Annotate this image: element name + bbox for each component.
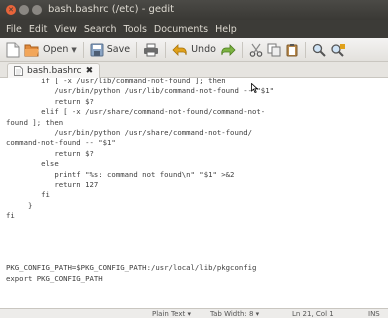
save-icon [90, 43, 104, 56]
cut-button[interactable] [249, 40, 263, 60]
mouse-cursor-icon [251, 83, 258, 93]
gedit-window: ✕ bash.bashrc (/etc) - gedit File Edit V… [0, 0, 388, 318]
code-line: command-not-found -- "$1" [6, 138, 116, 148]
code-line: /usr/bin/python /usr/share/command-not-f… [6, 128, 253, 137]
tab-bash-bashrc[interactable]: bash.bashrc ✖ [7, 63, 101, 78]
text-editor[interactable]: if [ -x /usr/lib/command-not-found ]; th… [0, 78, 388, 308]
code-line: return 127 [6, 180, 99, 189]
code-line: elif [ -x /usr/share/command-not-found/c… [6, 107, 266, 117]
close-tab-icon[interactable]: ✖ [86, 66, 94, 76]
find-replace-icon [331, 43, 345, 57]
new-document-icon [6, 42, 20, 57]
window-controls: ✕ [6, 5, 42, 15]
close-window-button[interactable]: ✕ [6, 5, 16, 15]
text-file-icon [14, 66, 23, 76]
copy-button[interactable] [267, 40, 281, 60]
menu-bar: File Edit View Search Tools Documents He… [0, 20, 388, 38]
save-button[interactable]: Save [90, 40, 130, 60]
code-line: fi [6, 190, 50, 200]
paste-button[interactable] [285, 40, 299, 60]
menu-edit[interactable]: Edit [29, 24, 47, 35]
menu-file[interactable]: File [6, 24, 22, 35]
folder-open-icon [24, 44, 39, 56]
status-bar: Plain Text ▾ Tab Width: 8 ▾ Ln 21, Col 1… [0, 308, 388, 318]
menu-tools[interactable]: Tools [124, 24, 147, 35]
minimize-window-button[interactable] [19, 5, 29, 15]
tab-label: bash.bashrc [27, 66, 82, 76]
printer-icon [144, 43, 159, 56]
code-line: /usr/bin/python /usr/lib/command-not-fou… [6, 86, 274, 96]
code-line: else [6, 159, 59, 169]
code-line: fi [6, 211, 15, 221]
code-line: export PKG_CONFIG_PATH [6, 273, 103, 283]
code-line: } [6, 200, 33, 210]
scissors-icon [249, 43, 263, 57]
code-line: return $? [6, 148, 94, 158]
maximize-window-button[interactable] [32, 5, 42, 15]
document-tab-bar: bash.bashrc ✖ [0, 62, 388, 78]
menu-documents[interactable]: Documents [154, 24, 208, 35]
code-line: printf "%s: command not found\n" "$1" >&… [6, 169, 235, 179]
toolbar-separator [136, 41, 138, 58]
clipboard-icon [286, 43, 298, 56]
toolbar-separator [82, 41, 84, 58]
search-icon [312, 43, 326, 57]
new-button[interactable] [6, 40, 20, 60]
code-line: found ]; then [6, 117, 64, 127]
open-button-label: Open [43, 44, 69, 55]
language-selector[interactable]: Plain Text ▾ [152, 310, 191, 318]
code-line: if [ -x /usr/lib/command-not-found ]; th… [6, 78, 226, 85]
window-title: bash.bashrc (/etc) - gedit [48, 4, 175, 15]
undo-button[interactable]: Undo [172, 40, 216, 60]
menu-search[interactable]: Search [84, 24, 117, 35]
undo-button-label: Undo [191, 44, 216, 55]
find-button[interactable] [312, 40, 326, 60]
tab-width-label: Tab Width: 8 [210, 310, 254, 318]
toolbar-separator [304, 41, 306, 58]
title-bar: ✕ bash.bashrc (/etc) - gedit [0, 0, 388, 20]
undo-icon [172, 43, 187, 56]
menu-view[interactable]: View [54, 24, 77, 35]
cursor-position: Ln 21, Col 1 [292, 310, 334, 318]
save-button-label: Save [106, 44, 131, 55]
toolbar: Open ▼ Save Undo [0, 38, 388, 62]
toolbar-separator [241, 41, 243, 58]
copy-icon [267, 43, 281, 56]
menu-help[interactable]: Help [215, 24, 237, 35]
redo-button[interactable] [220, 40, 236, 60]
redo-icon [221, 43, 236, 56]
toolbar-separator [165, 41, 167, 58]
code-line: return $? [6, 96, 94, 106]
tab-width-selector[interactable]: Tab Width: 8 ▾ [210, 310, 259, 318]
language-label: Plain Text [152, 310, 186, 318]
open-button[interactable]: Open ▼ [24, 40, 77, 60]
insert-mode: INS [368, 310, 380, 318]
chevron-down-icon[interactable]: ▼ [71, 46, 76, 54]
code-line: PKG_CONFIG_PATH=$PKG_CONFIG_PATH:/usr/lo… [6, 263, 257, 273]
replace-button[interactable] [330, 40, 346, 60]
print-button[interactable] [143, 40, 159, 60]
